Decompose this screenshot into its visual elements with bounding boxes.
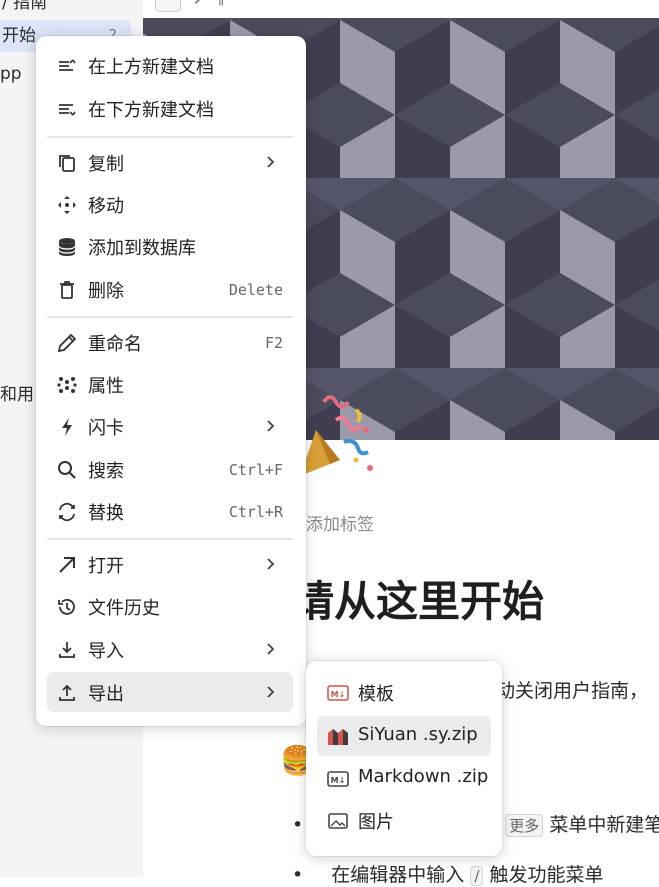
attributes-icon bbox=[56, 374, 78, 396]
menu-item-label: 替换 bbox=[88, 503, 124, 524]
chevron-right-icon bbox=[188, 0, 204, 5]
breadcrumb: ¶ bbox=[143, 0, 659, 18]
paragraph[interactable]: 动关闭用户指南， bbox=[496, 676, 648, 703]
menu-item-search[interactable]: 搜索 Ctrl+F bbox=[47, 449, 293, 489]
menu-separator bbox=[47, 538, 293, 540]
pencil-icon bbox=[56, 332, 78, 354]
menu-item-label: 在上方新建文档 bbox=[88, 57, 214, 78]
sidebar-item-label: pp bbox=[0, 64, 22, 84]
chevron-right-icon bbox=[263, 641, 279, 657]
chevron-right-icon bbox=[263, 684, 279, 700]
submenu-item-template[interactable]: M↓ 模板 bbox=[317, 672, 491, 712]
menu-item-label: 属性 bbox=[88, 376, 124, 397]
menu-item-open[interactable]: 打开 bbox=[47, 544, 293, 584]
chevron-right-icon bbox=[263, 154, 279, 170]
menu-item-file-history[interactable]: 文件历史 bbox=[47, 586, 293, 626]
menu-item-label: 复制 bbox=[88, 154, 124, 175]
shortcut-label: Ctrl+R bbox=[228, 503, 283, 521]
menu-item-label: 添加到数据库 bbox=[88, 238, 196, 259]
menu-item-label: 搜索 bbox=[88, 461, 124, 482]
menu-item-rename[interactable]: 重命名 F2 bbox=[47, 322, 293, 362]
markdown-icon: M↓ bbox=[327, 769, 349, 789]
submenu-item-label: 模板 bbox=[358, 684, 394, 705]
menu-kbd: 更多 bbox=[505, 814, 544, 837]
sidebar-item-usage[interactable]: 和用 bbox=[0, 380, 34, 405]
open-icon bbox=[56, 554, 78, 576]
trash-icon bbox=[56, 279, 78, 301]
submenu-item-image[interactable]: 图片 bbox=[317, 800, 491, 840]
list-item-text: 触发功能菜单 bbox=[489, 864, 604, 886]
svg-text:M↓: M↓ bbox=[331, 776, 346, 785]
add-tag-label: 添加标签 bbox=[306, 515, 374, 535]
flashcard-icon bbox=[56, 416, 78, 438]
insert-above-icon bbox=[56, 55, 78, 77]
menu-item-new-doc-below[interactable]: 在下方新建文档 bbox=[47, 88, 293, 128]
menu-item-label: 文件历史 bbox=[88, 598, 160, 619]
page-title[interactable]: 请从这里开始 bbox=[292, 568, 544, 629]
menu-item-export[interactable]: 导出 bbox=[47, 672, 293, 712]
menu-item-label: 删除 bbox=[88, 281, 124, 302]
submenu-item-label: Markdown .zip bbox=[358, 766, 489, 787]
menu-item-new-doc-above[interactable]: 在上方新建文档 bbox=[47, 45, 293, 85]
chevron-right-icon bbox=[263, 418, 279, 434]
menu-item-label: 打开 bbox=[88, 556, 124, 577]
markdown-template-icon: M↓ bbox=[327, 683, 349, 703]
party-popper-icon[interactable] bbox=[296, 390, 378, 482]
list-item-text: 在编辑器中输入 bbox=[331, 864, 465, 886]
submenu-item-label: 图片 bbox=[358, 812, 394, 833]
svg-text:M↓: M↓ bbox=[331, 690, 346, 699]
database-icon bbox=[56, 236, 78, 258]
sidebar-item-guide[interactable]: / 指南 bbox=[2, 0, 47, 13]
menu-item-add-to-database[interactable]: 添加到数据库 bbox=[47, 226, 293, 266]
menu-separator bbox=[47, 136, 293, 138]
paragraph-icon[interactable]: ¶ bbox=[215, 0, 225, 8]
bullet-dot-icon: • bbox=[292, 864, 304, 886]
menu-item-move[interactable]: 移动 bbox=[47, 184, 293, 224]
add-tag-button[interactable]: 添加标签 bbox=[296, 510, 374, 535]
chevron-right-icon bbox=[263, 556, 279, 572]
list-item-text: 菜单中新建笔 bbox=[549, 814, 659, 836]
replace-icon bbox=[56, 501, 78, 523]
menu-item-label: 导出 bbox=[88, 684, 124, 705]
siyuan-icon bbox=[327, 727, 349, 747]
menu-item-attributes[interactable]: 属性 bbox=[47, 364, 293, 404]
export-icon bbox=[56, 682, 78, 704]
context-menu: 在上方新建文档 在下方新建文档 复制 移动 添加到数据库 删除 Delete 重… bbox=[36, 36, 306, 726]
menu-item-label: 重命名 bbox=[88, 334, 142, 355]
sidebar-item-app[interactable]: pp bbox=[0, 64, 22, 84]
bullet-dot-icon: • bbox=[292, 814, 304, 836]
menu-item-import[interactable]: 导入 bbox=[47, 629, 293, 669]
list-item[interactable]: • 在编辑器中输入 / 触发功能菜单 bbox=[292, 860, 603, 887]
sidebar-item-label: / 指南 bbox=[2, 0, 48, 13]
menu-item-label: 闪卡 bbox=[88, 418, 124, 439]
sidebar-item-label: 开始 bbox=[2, 26, 36, 46]
menu-item-label: 移动 bbox=[88, 196, 124, 217]
notebook-icon[interactable] bbox=[155, 0, 181, 12]
menu-item-label: 在下方新建文档 bbox=[88, 100, 214, 121]
submenu-item-label: SiYuan .sy.zip bbox=[358, 724, 478, 745]
search-icon bbox=[56, 459, 78, 481]
menu-item-flashcard[interactable]: 闪卡 bbox=[47, 406, 293, 446]
history-icon bbox=[56, 596, 78, 618]
shortcut-label: Ctrl+F bbox=[228, 461, 283, 479]
menu-item-label: 导入 bbox=[88, 641, 124, 662]
move-icon bbox=[56, 194, 78, 216]
slash-kbd: / bbox=[470, 866, 484, 886]
export-submenu: M↓ 模板 SiYuan .sy.zip M↓ Markdown .zip 图片 bbox=[306, 661, 502, 856]
menu-item-copy[interactable]: 复制 bbox=[47, 142, 293, 182]
menu-item-delete[interactable]: 删除 Delete bbox=[47, 269, 293, 309]
submenu-item-markdown-zip[interactable]: M↓ Markdown .zip bbox=[317, 758, 491, 798]
image-icon bbox=[327, 811, 349, 831]
copy-icon bbox=[56, 152, 78, 174]
menu-item-replace[interactable]: 替换 Ctrl+R bbox=[47, 491, 293, 531]
sidebar-item-label: 和用 bbox=[0, 385, 34, 405]
shortcut-label: Delete bbox=[228, 281, 283, 299]
shortcut-label: F2 bbox=[264, 334, 283, 352]
insert-below-icon bbox=[56, 98, 78, 120]
import-icon bbox=[56, 639, 78, 661]
submenu-item-siyuan-zip[interactable]: SiYuan .sy.zip bbox=[317, 716, 491, 756]
menu-separator bbox=[47, 316, 293, 318]
